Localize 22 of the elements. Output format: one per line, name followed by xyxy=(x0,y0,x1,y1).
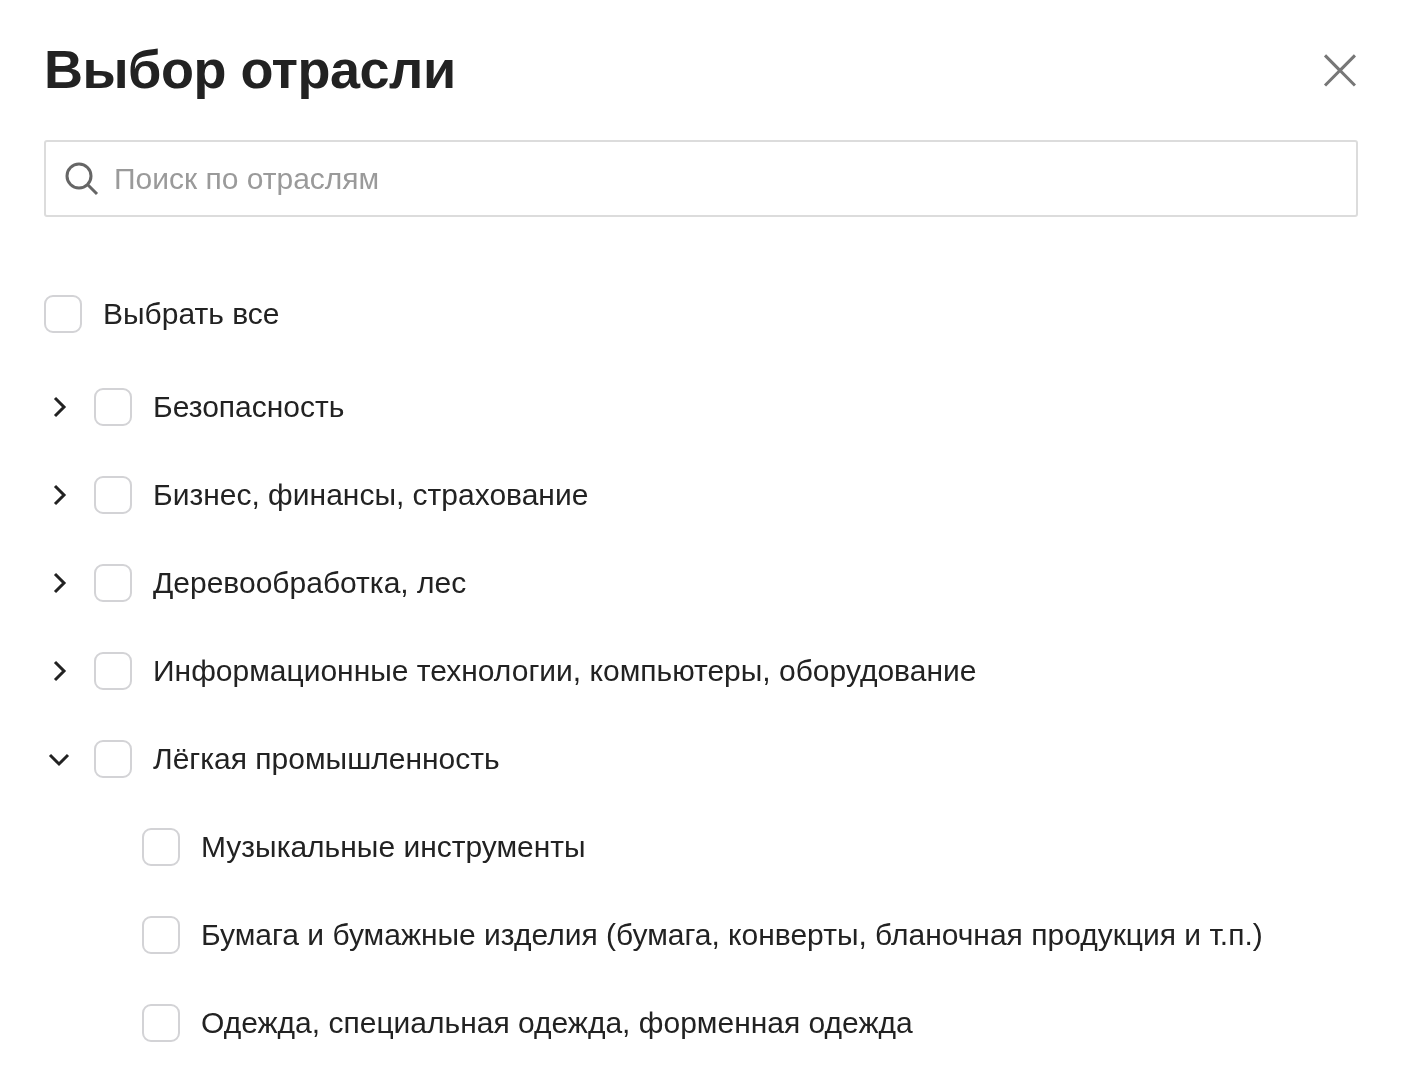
select-all-label: Выбрать все xyxy=(103,297,280,331)
close-button[interactable]: × xyxy=(1314,38,1366,100)
checkbox[interactable] xyxy=(94,564,132,602)
checkbox[interactable] xyxy=(142,916,180,954)
checkbox[interactable] xyxy=(142,828,180,866)
industry-label: Бумага и бумажные изделия (бумага, конверты, бланочная продукция и т.п.) xyxy=(201,917,1263,953)
industry-label: Безопасность xyxy=(153,389,345,425)
checkbox[interactable] xyxy=(142,1004,180,1042)
industry-label: Лёгкая промышленность xyxy=(153,741,500,777)
industry-label: Деревообработка, лес xyxy=(153,565,467,601)
industry-label: Музыкальные инструменты xyxy=(201,829,586,865)
industry-label: Информационные технологии, компьютеры, оборудование xyxy=(153,653,977,689)
dialog-title: Выбор отрасли xyxy=(44,38,456,100)
checkbox[interactable] xyxy=(94,476,132,514)
search-icon xyxy=(64,161,100,197)
industry-label: Одежда, специальная одежда, форменная одежда xyxy=(201,1005,913,1041)
search-field[interactable]: Поиск по отраслям xyxy=(44,140,1358,217)
checkbox[interactable] xyxy=(94,740,132,778)
checkbox[interactable] xyxy=(44,295,82,333)
industry-label: Бизнес, финансы, страхование xyxy=(153,477,589,513)
checkbox[interactable] xyxy=(94,388,132,426)
checkbox[interactable] xyxy=(94,652,132,690)
